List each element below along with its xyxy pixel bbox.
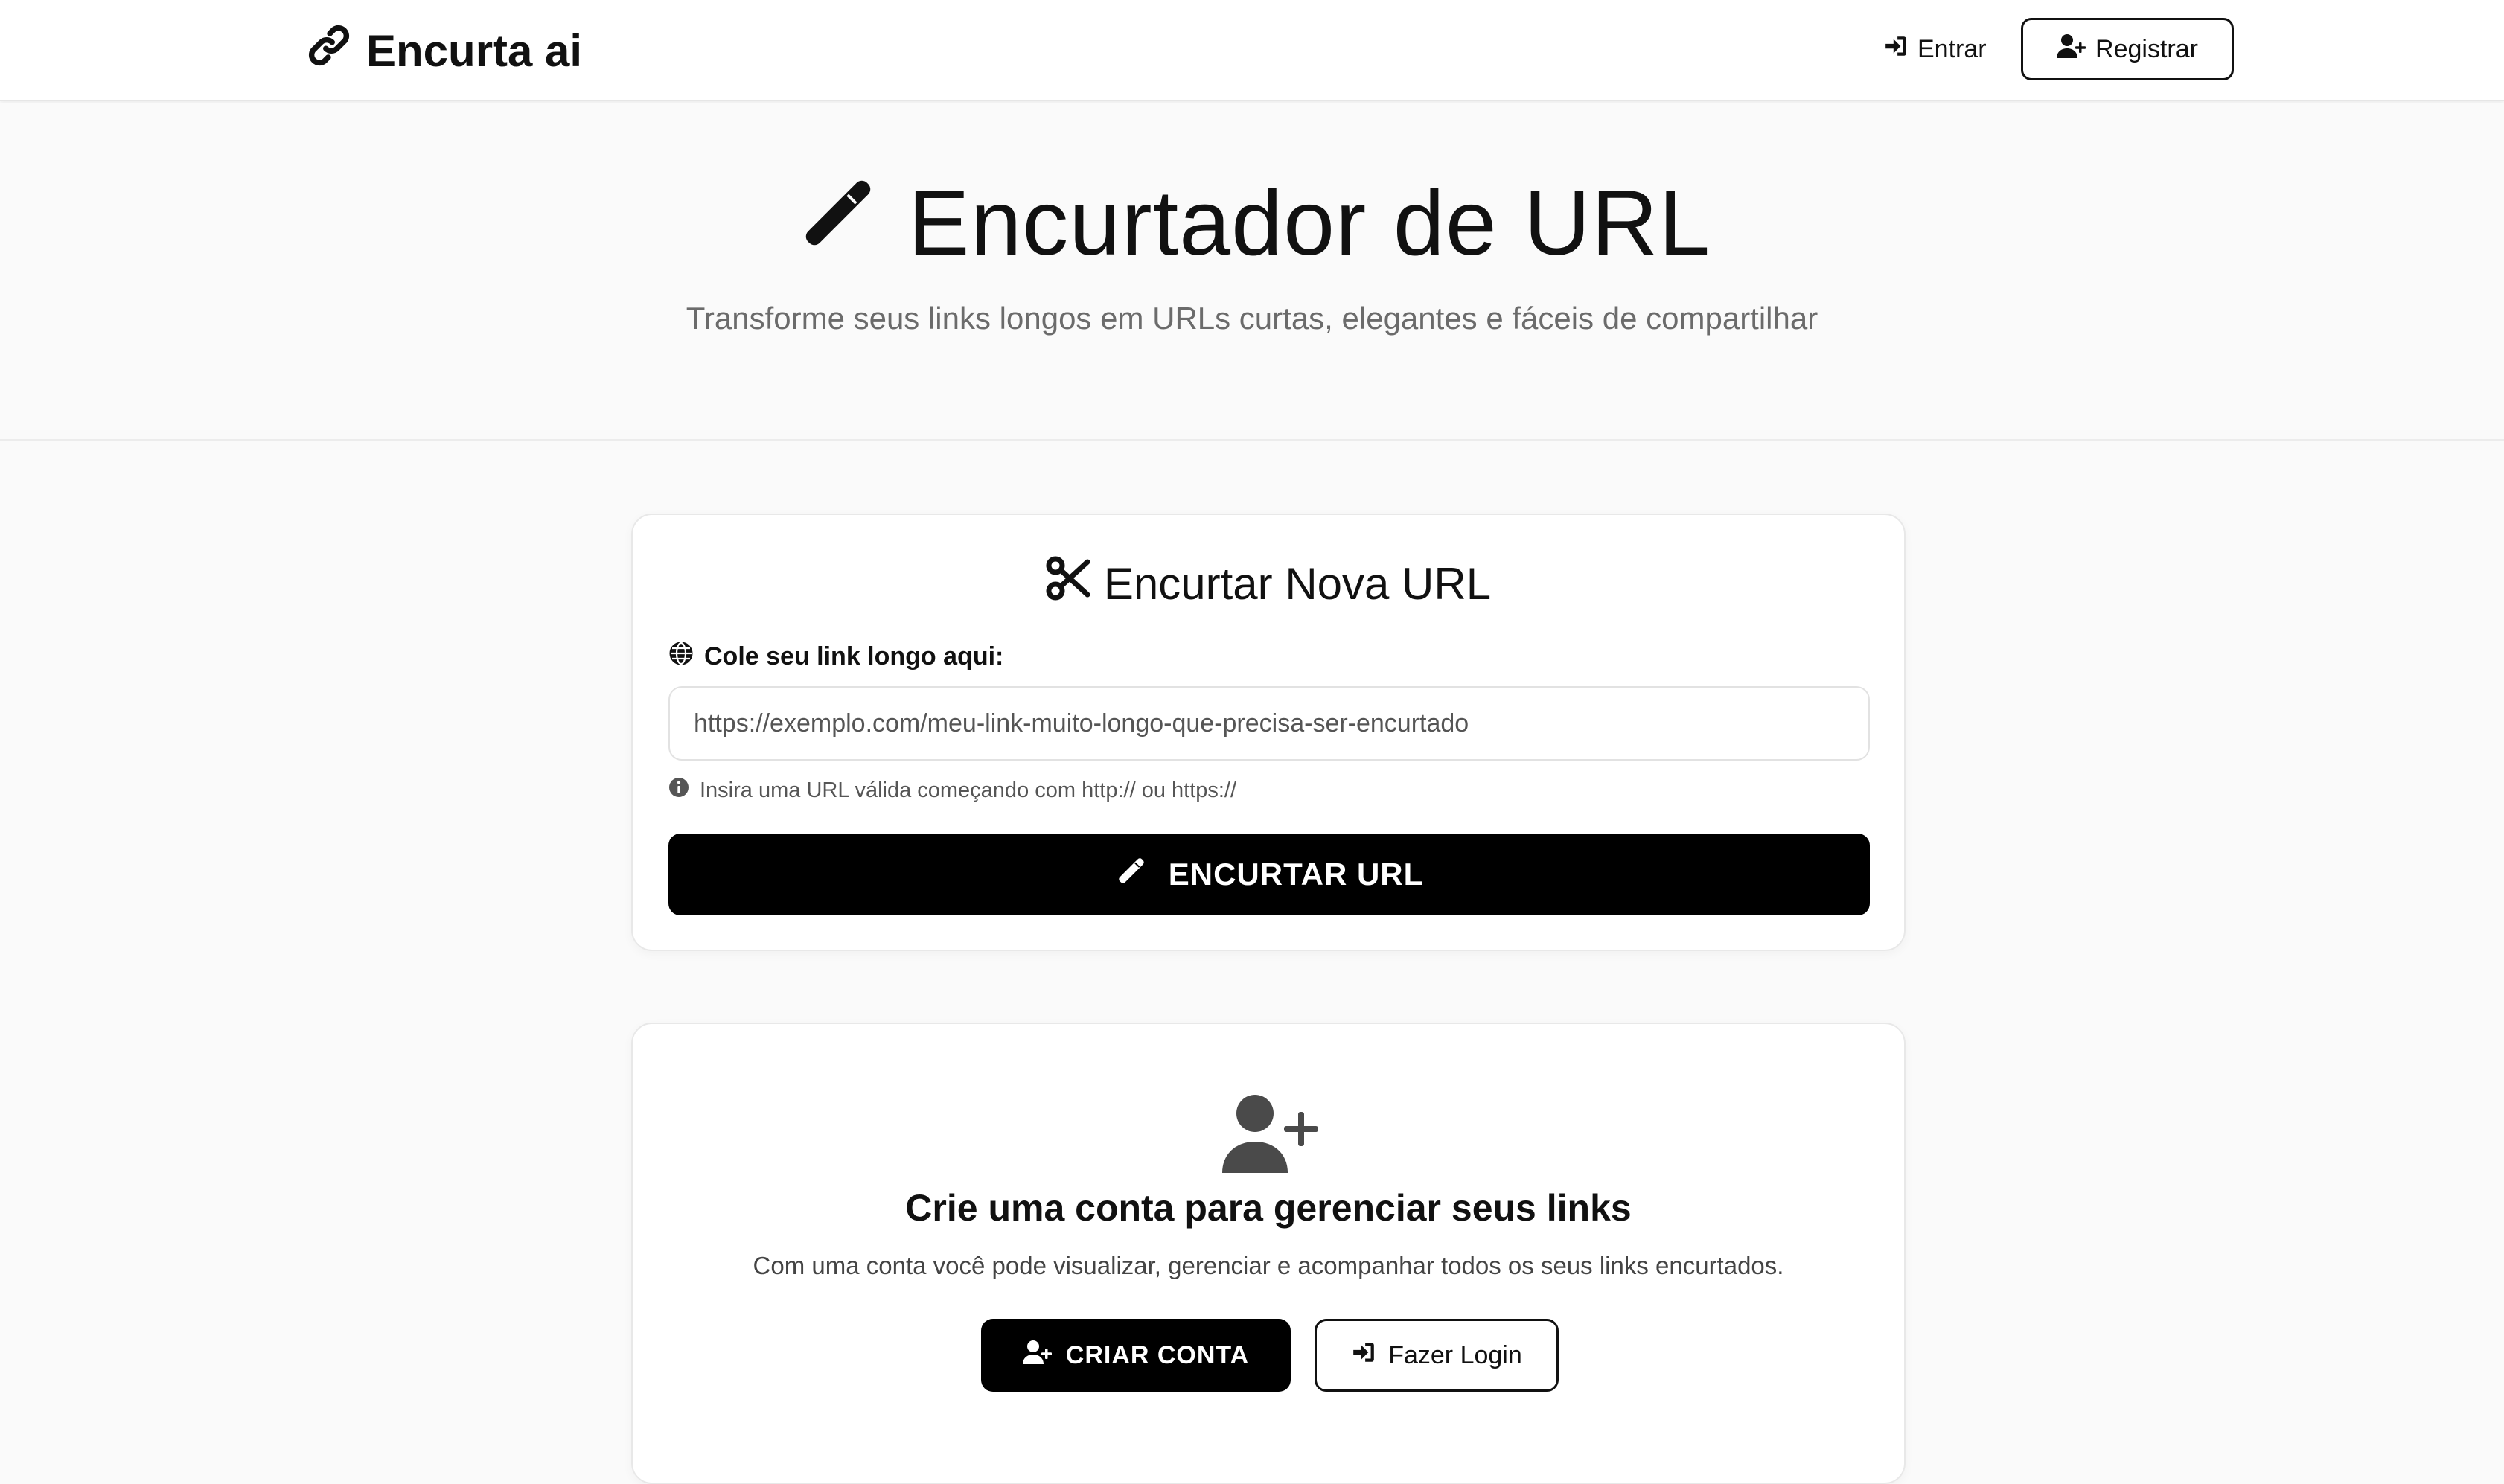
shorten-card-title: Encurtar Nova URL bbox=[633, 554, 1904, 613]
user-plus-icon bbox=[1222, 1094, 1318, 1174]
nav-register-button[interactable]: Registrar bbox=[2021, 18, 2234, 80]
sign-in-icon bbox=[1883, 33, 1909, 65]
page-title-text: Encurtador de URL bbox=[907, 172, 1711, 275]
account-card-description: Com uma conta você pode visualizar, gere… bbox=[753, 1252, 1784, 1279]
user-plus-icon bbox=[1022, 1340, 1053, 1372]
account-card-title: Crie uma conta para gerenciar seus links bbox=[905, 1187, 1632, 1229]
create-account-label: CRIAR CONTA bbox=[1065, 1340, 1250, 1369]
login-button[interactable]: Fazer Login bbox=[1315, 1319, 1559, 1392]
url-field-label: Cole seu link longo aqui: bbox=[668, 640, 1003, 673]
user-plus-icon bbox=[2057, 33, 2086, 65]
magic-wand-icon bbox=[1115, 854, 1148, 895]
url-field-label-text: Cole seu link longo aqui: bbox=[704, 642, 1004, 671]
shorten-url-button[interactable]: ENCURTAR URL bbox=[668, 834, 1870, 915]
account-card: Crie uma conta para gerenciar seus links… bbox=[631, 1023, 1906, 1484]
page-subtitle: Transforme seus links longos em URLs cur… bbox=[686, 301, 1818, 336]
url-hint-text: Insira uma URL válida começando com http… bbox=[700, 778, 1237, 802]
login-button-label: Fazer Login bbox=[1388, 1340, 1522, 1369]
url-input[interactable] bbox=[668, 686, 1870, 761]
link-icon bbox=[304, 20, 354, 81]
nav-login-link[interactable]: Entrar bbox=[1883, 27, 1987, 71]
magic-wand-icon bbox=[793, 168, 883, 279]
url-hint: Insira uma URL válida começando com http… bbox=[668, 775, 1236, 805]
sign-in-icon bbox=[1351, 1340, 1376, 1372]
page-title: Encurtador de URL bbox=[0, 171, 2504, 275]
shorten-card-title-text: Encurtar Nova URL bbox=[1103, 558, 1492, 609]
scissors-icon bbox=[1046, 556, 1090, 611]
info-icon bbox=[668, 777, 689, 804]
create-account-button[interactable]: CRIAR CONTA bbox=[981, 1319, 1291, 1392]
nav-login-label: Entrar bbox=[1917, 34, 1987, 63]
nav-register-label: Registrar bbox=[2095, 34, 2198, 63]
shorten-url-button-label: ENCURTAR URL bbox=[1168, 857, 1424, 892]
globe-icon bbox=[668, 641, 694, 673]
brand-name: Encurta ai bbox=[366, 25, 583, 76]
navbar: Encurta ai Entrar Registrar bbox=[0, 0, 2504, 101]
hero-section: Encurtador de URL Transforme seus links … bbox=[0, 103, 2504, 441]
shorten-card: Encurtar Nova URL Cole seu link longo aq… bbox=[631, 514, 1906, 951]
brand-link[interactable]: Encurta ai bbox=[304, 22, 582, 79]
